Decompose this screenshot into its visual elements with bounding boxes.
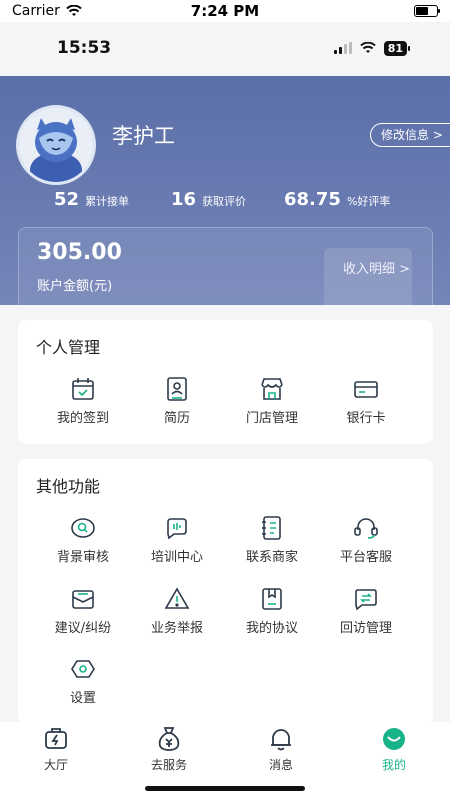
callback-item[interactable]: 回访管理 — [316, 585, 416, 645]
tab-mine[interactable]: 我的 — [364, 724, 424, 773]
resume-icon — [167, 377, 187, 401]
stat-orders-label: 累计接单 — [85, 195, 130, 208]
personal-management-card: 个人管理 我的签到 简历 门店管理 银行卡 — [18, 320, 433, 444]
signal-icon — [333, 42, 352, 54]
tab-label: 消息 — [268, 758, 293, 772]
tab-hall[interactable]: 大厅 — [26, 724, 86, 773]
item-label: 平台客服 — [339, 550, 392, 565]
edit-profile-button[interactable]: 修改信息 > — [370, 123, 450, 147]
tab-label: 大厅 — [43, 758, 68, 772]
item-label: 背景审核 — [56, 550, 109, 565]
tab-messages[interactable]: 消息 — [251, 724, 311, 773]
wifi-icon — [66, 5, 82, 16]
home-indicator — [145, 786, 305, 791]
store-icon — [261, 378, 283, 400]
battery-icon: 81 — [383, 40, 410, 56]
service-icon — [158, 727, 180, 751]
training-icon — [167, 518, 187, 540]
carrier-label: Carrier — [12, 3, 60, 19]
agreement-item[interactable]: 我的协议 — [222, 585, 322, 645]
contact-book-icon — [262, 516, 281, 540]
calendar-check-icon — [72, 378, 94, 400]
hall-icon — [45, 728, 67, 749]
settings-item[interactable]: 设置 — [33, 655, 133, 715]
stat-rating: 68.75 %好评率 — [284, 189, 390, 210]
stat-reviews: 16 获取评价 — [171, 189, 246, 210]
stat-reviews-value: 16 — [171, 189, 197, 210]
app-status-bar: 15:53 81 — [0, 22, 450, 74]
me-icon — [383, 728, 405, 750]
stat-orders: 52 累计接单 — [54, 189, 129, 210]
item-label: 我的签到 — [56, 411, 109, 426]
item-label: 我的协议 — [245, 621, 298, 636]
report-item[interactable]: 业务举报 — [127, 585, 227, 645]
resume-item[interactable]: 简历 — [127, 375, 227, 435]
item-label: 银行卡 — [346, 411, 386, 426]
avatar-image — [19, 108, 93, 182]
item-label: 业务举报 — [150, 621, 203, 636]
item-label: 建议/纠纷 — [54, 621, 112, 636]
tab-service[interactable]: 去服务 — [139, 724, 199, 773]
balance-label: 账户金额(元) — [37, 279, 113, 294]
background-check-icon — [71, 518, 95, 538]
checkin-item[interactable]: 我的签到 — [33, 375, 133, 435]
settings-icon — [71, 660, 95, 678]
bell-icon — [271, 729, 291, 751]
user-name: 李护工 — [112, 124, 175, 148]
item-label: 门店管理 — [245, 411, 298, 426]
ios-battery-icon — [414, 5, 440, 17]
stat-rating-value: 68.75 — [284, 189, 341, 210]
headset-icon — [354, 518, 378, 539]
callback-icon — [355, 589, 377, 611]
item-label: 培训中心 — [150, 550, 203, 565]
training-item[interactable]: 培训中心 — [127, 514, 227, 574]
item-label: 联系商家 — [245, 550, 298, 565]
suggestion-item[interactable]: 建议/纠纷 — [33, 585, 133, 645]
item-label: 简历 — [163, 411, 190, 426]
agreement-icon — [262, 588, 282, 610]
other-functions-card: 其他功能 背景审核 培训中心 联系商家 平台客服 建议/纠纷 业务举报 我的协议… — [18, 459, 433, 724]
customer-service-item[interactable]: 平台客服 — [316, 514, 416, 574]
tab-label: 去服务 — [150, 758, 187, 772]
section-title: 其他功能 — [36, 477, 101, 496]
stat-reviews-label: 获取评价 — [202, 195, 247, 208]
item-label: 回访管理 — [339, 621, 392, 636]
item-label: 设置 — [69, 691, 96, 706]
income-detail-link[interactable]: 收入明细 > — [343, 258, 410, 277]
stat-rating-label: %好评率 — [346, 195, 391, 208]
suggestion-icon — [72, 590, 94, 609]
balance-card[interactable]: 305.00 账户金额(元) 收入明细 > — [18, 227, 433, 307]
ios-status-bar: Carrier 7:24 PM — [0, 0, 450, 22]
stats-row: 52 累计接单 16 获取评价 68.75 %好评率 — [0, 189, 450, 219]
balance-amount: 305.00 — [37, 240, 122, 265]
stat-orders-value: 52 — [54, 189, 80, 210]
battery-level: 81 — [383, 40, 407, 56]
bank-card-item[interactable]: 银行卡 — [316, 375, 416, 435]
wallet-icon — [324, 248, 412, 307]
contact-merchant-item[interactable]: 联系商家 — [222, 514, 322, 574]
background-check-item[interactable]: 背景审核 — [33, 514, 133, 574]
warning-icon — [164, 587, 190, 609]
bank-card-icon — [354, 381, 378, 398]
profile-header: 李护工 修改信息 > 52 累计接单 16 获取评价 68.75 %好评率 30… — [0, 76, 450, 307]
section-title: 个人管理 — [36, 338, 101, 357]
wifi-icon — [359, 42, 376, 53]
avatar[interactable] — [16, 105, 96, 185]
tab-label: 我的 — [381, 758, 406, 772]
store-item[interactable]: 门店管理 — [222, 375, 322, 435]
app-time: 15:53 — [57, 38, 112, 58]
